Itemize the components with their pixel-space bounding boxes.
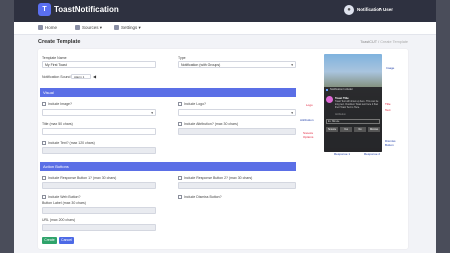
include-response-2-label: Include Response Button 2? (max 30 chars… [184,176,253,180]
annotation-logo: Logo [306,103,313,107]
nav-item-label: Home [45,25,58,30]
annotation-button: Button [385,143,394,147]
toast-options-select[interactable]: Ex: Minute [326,119,380,124]
include-image-label: Include Image? [48,102,72,106]
annotation-text: Text [385,108,391,112]
nav-item-sources[interactable]: Sources ▾ [75,25,102,31]
visual-section-header: Visual [40,88,296,97]
annotation-image: Image [386,66,395,70]
toast-yes-button[interactable]: Yes [340,127,352,132]
notification-sound-select[interactable]: Alarm 1 [71,74,91,79]
chevron-down-icon: ▾ [151,111,153,115]
annotation-options: Options [303,135,314,139]
breadcrumb-root[interactable]: ToastCUT [360,40,377,44]
type-label: Type [178,56,186,60]
text-input[interactable] [42,147,156,154]
toast-preview: Notification Includer Toast Title Toast … [324,87,382,152]
settings-icon [114,25,119,30]
nav-item-settings[interactable]: Settings ▾ [114,25,141,31]
user-avatar-icon[interactable]: ● [344,5,354,15]
breadcrumb: ToastCUT / Create Template [360,40,408,44]
create-button[interactable]: Create [42,237,57,244]
breadcrumb-current: Create Template [380,40,408,44]
nav-bar: Home Sources ▾ Settings ▾ [14,22,436,35]
chevron-down-icon: ▾ [291,63,293,67]
toast-snooze-button[interactable]: Snooze [326,127,338,132]
title-label: Title (max 50 chars) [42,122,73,126]
include-logo-label: Include Logo? [184,102,206,106]
home-icon [38,25,43,30]
speaker-icon[interactable]: ◀ [93,74,96,79]
button-label-input[interactable] [42,207,156,214]
logo-image [326,96,333,103]
include-dismiss-checkbox[interactable] [178,195,182,199]
page-header: Create Template ToastCUT / Create Templa… [38,38,408,46]
url-label: URL (max 200 chars) [42,218,76,222]
include-response-2-checkbox[interactable] [178,176,182,180]
toast-dismiss-button[interactable]: Dismiss [368,127,380,132]
include-response-1-checkbox[interactable] [42,176,46,180]
annotation-response-1: Response 1 [334,152,351,156]
response-2-input[interactable] [178,182,296,189]
annotation-response-2: Response 2 [364,152,381,156]
include-dismiss-label: Include Dismiss Button? [184,195,222,199]
include-attribution-label: Include Attribution? (max 30 chars) [184,122,239,126]
app-window: T ToastNotification .com ● Notification … [14,0,436,253]
toast-attribution: Attribution [335,113,346,116]
annotation-title: Title [385,102,391,106]
page-title: Create Template [38,39,81,45]
toast-app-name: Notification Includer [330,88,353,91]
brand-name[interactable]: ToastNotification [54,5,119,14]
nav-item-label: Settings ▾ [121,25,141,30]
logo-icon[interactable]: T [38,3,51,16]
toast-no-button[interactable]: No [354,127,366,132]
url-input[interactable] [42,224,156,231]
include-attribution-checkbox[interactable] [178,122,182,126]
include-web-checkbox[interactable] [42,195,46,199]
app-icon [326,89,328,91]
top-bar: T ToastNotification .com ● Notification … [14,0,436,22]
include-text-label: Include Text? (max 120 chars) [48,141,95,145]
title-input[interactable] [42,128,156,135]
form-card: Template Name My First Toast Type Notifi… [38,49,408,249]
preview-background: Notification Includer Toast Title Toast … [324,54,382,152]
chevron-down-icon[interactable]: ▾ [379,6,381,11]
include-image-checkbox[interactable] [42,102,46,106]
attribution-input[interactable] [178,128,296,135]
brand-suffix: .com [100,8,107,12]
action-buttons-section-header: Action Buttons [40,162,296,171]
image-select[interactable]: ▾ [42,109,156,116]
template-name-label: Template Name [42,56,67,60]
user-menu[interactable]: Notification User [357,7,393,12]
nav-item-label: Sources ▾ [82,25,103,30]
nav-item-home[interactable]: Home [38,25,57,30]
template-name-input[interactable]: My First Toast [42,61,156,68]
notification-sound-label: Notification Sound [42,75,71,79]
type-select[interactable]: Notification (with Groups) ▾ [178,61,296,68]
sources-icon [75,25,80,30]
chevron-down-icon: ▾ [291,111,293,115]
include-web-label: Include Web Button? [48,195,81,199]
button-label-label: Button Label (max 30 chars) [42,201,86,205]
annotation-attribution: Attribution [300,118,314,122]
breadcrumb-separator: / [378,40,380,44]
logo-select[interactable]: ▾ [178,109,296,116]
type-select-value: Notification (with Groups) [181,63,221,67]
toast-text: Toast Text will show up here. This can b… [335,100,379,109]
include-logo-checkbox[interactable] [178,102,182,106]
cancel-button[interactable]: Cancel [59,237,74,244]
response-1-input[interactable] [42,182,156,189]
include-text-checkbox[interactable] [42,141,46,145]
include-response-1-label: Include Response Button 1? (max 30 chars… [48,176,117,180]
